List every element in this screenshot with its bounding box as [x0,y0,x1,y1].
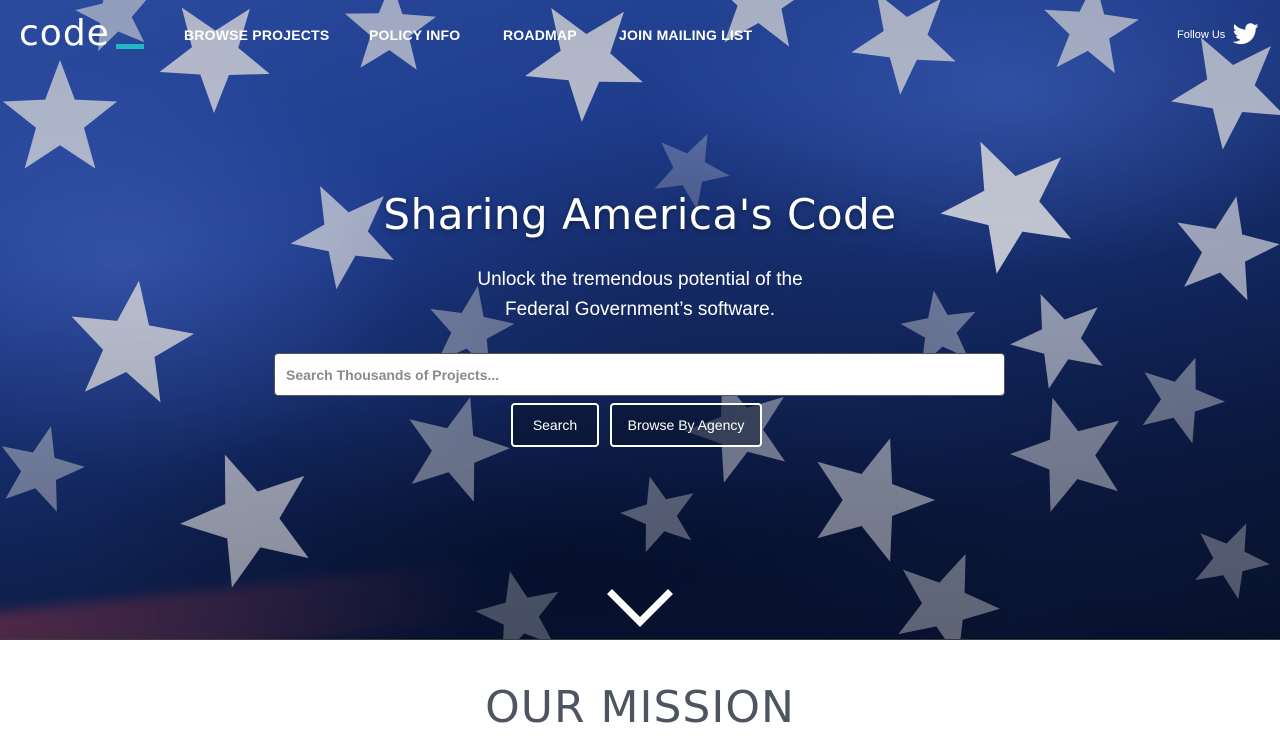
twitter-icon[interactable] [1233,23,1259,45]
hero-title: Sharing America's Code [383,190,897,239]
nav-join-mailing-list[interactable]: JOIN MAILING LIST [619,27,752,43]
chevron-down-icon[interactable] [606,588,674,630]
mission-heading: OUR MISSION [485,682,795,733]
logo-cursor [116,44,144,49]
nav-policy-info[interactable]: POLICY INFO [369,27,460,43]
browse-by-agency-button[interactable]: Browse By Agency [610,403,762,447]
follow-us-label: Follow Us [1177,29,1226,41]
site-logo[interactable]: code [19,14,110,54]
hero-subtitle-line-1: Unlock the tremendous potential of the [477,269,803,290]
hero-subtitle: Unlock the tremendous potential of the F… [0,265,1280,325]
hero-subtitle-line-2: Federal Government’s software. [505,299,775,320]
project-search-input[interactable] [274,353,1005,396]
nav-browse-projects[interactable]: BROWSE PROJECTS [184,27,329,43]
nav-roadmap[interactable]: ROADMAP [503,27,577,43]
search-button[interactable]: Search [511,403,599,447]
hero-section: code BROWSE PROJECTS POLICY INFO ROADMAP… [0,0,1280,640]
